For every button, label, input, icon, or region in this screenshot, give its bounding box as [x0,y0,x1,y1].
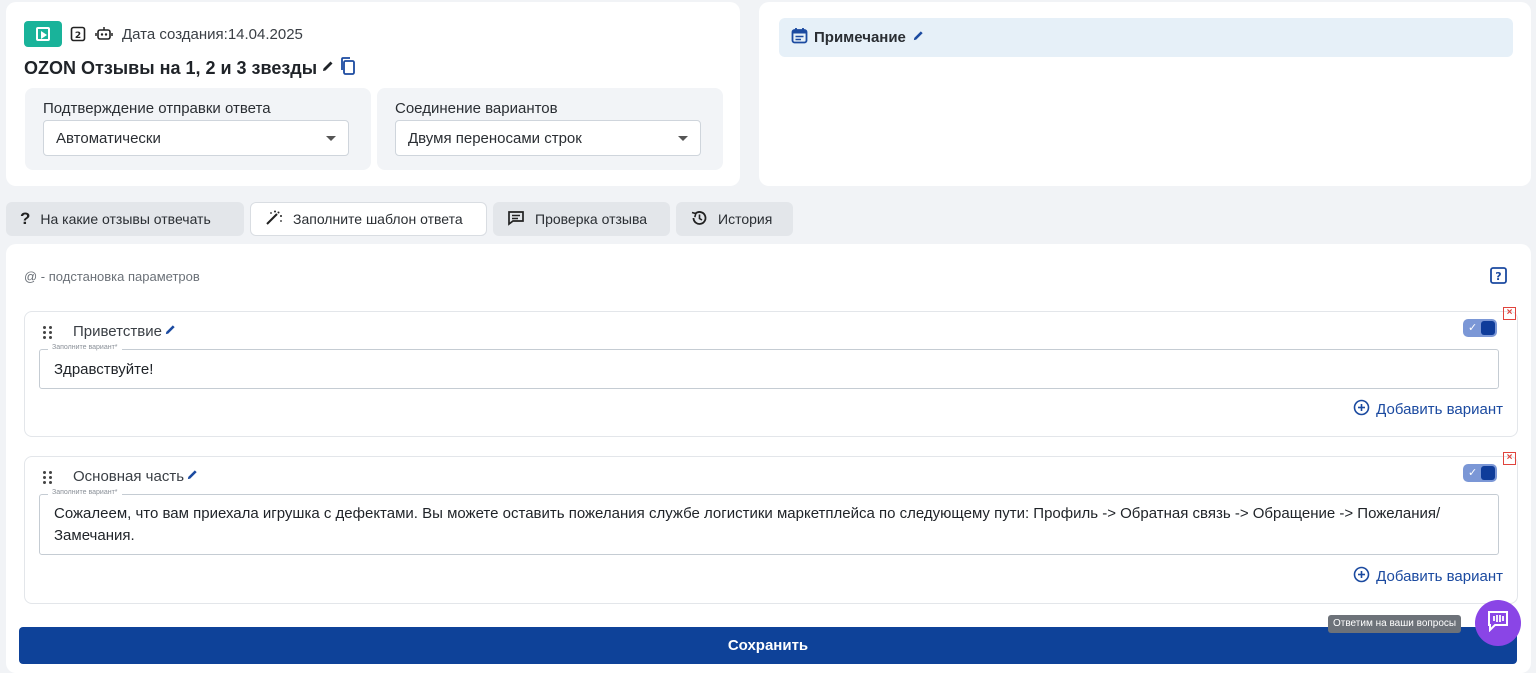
edit-block-icon[interactable] [164,323,177,340]
template-block-greeting: Приветствие ✓ Заполните вариант* Здравст… [24,311,1518,437]
edit-note-icon[interactable] [912,29,925,47]
template-title: OZON Отзывы на 1, 2 и 3 звезды [24,58,318,78]
message-icon [507,210,525,229]
params-hint: @ - подстановка параметров [24,269,200,284]
calendar-icon [791,27,808,49]
tab-label: На какие отзывы отвечать [40,211,211,227]
block-title-text: Основная часть [73,468,185,485]
confirm-send-setting: Подтверждение отправки ответа Автоматиче… [25,88,371,170]
history-icon [690,209,708,230]
edit-block-icon[interactable] [186,468,199,485]
chat-tooltip: Ответим на ваши вопросы [1328,615,1462,633]
help-icon[interactable]: ? [1490,267,1507,289]
join-variants-setting: Соединение вариантов Двумя переносами ст… [377,88,723,170]
delete-block-icon[interactable]: × [1503,452,1516,465]
add-variant-button[interactable]: Добавить вариант [1353,566,1503,587]
template-title-row: OZON Отзывы на 1, 2 и 3 звезды [24,56,357,81]
note-header[interactable]: Примечание [779,18,1513,57]
check-icon: ✓ [1468,322,1478,334]
variant-value[interactable]: Здравствуйте! [54,359,1484,381]
block-enable-toggle[interactable]: ✓ [1463,319,1497,337]
tab-review-check[interactable]: Проверка отзыва [493,202,670,236]
toggle-knob [1481,321,1495,335]
block-title-text: Приветствие [73,323,162,340]
confirm-send-label: Подтверждение отправки ответа [43,100,271,117]
chevron-down-icon [678,136,688,141]
star-rating-icon[interactable]: 2 [68,24,88,44]
magic-wand-icon [265,210,283,229]
toggle-knob [1481,466,1495,480]
confirm-send-value: Автоматически [56,130,161,147]
variant-field-label: Заполните вариант* [48,344,122,351]
copy-icon[interactable] [339,56,357,81]
question-icon: ? [20,209,31,228]
tab-history[interactable]: История [676,202,793,236]
tab-fill-template[interactable]: Заполните шаблон ответа [250,202,487,236]
note-card: Примечание [759,2,1531,186]
block-enable-toggle[interactable]: ✓ [1463,464,1497,482]
chat-icon [1486,610,1510,637]
chevron-down-icon [326,136,336,141]
join-variants-value: Двумя переносами строк [408,130,582,147]
creation-date: Дата создания:14.04.2025 [122,25,303,43]
plus-circle-icon [1353,399,1370,420]
variant-value[interactable]: Сожалеем, что вам приехала игрушка с деф… [54,503,1484,547]
svg-text:2: 2 [75,31,81,41]
template-info-card: 2 Дата создания:14.04.2025 OZON Отзывы н… [6,2,740,186]
robot-icon[interactable] [94,24,114,44]
run-button[interactable] [24,21,62,47]
tab-label: Проверка отзыва [535,211,648,227]
svg-text:?: ? [1495,270,1501,283]
add-variant-label: Добавить вариант [1376,401,1503,418]
play-icon [36,27,50,41]
template-editor-card: @ - подстановка параметров ? Приветствие… [6,244,1531,673]
drag-handle-icon[interactable] [43,326,53,340]
add-variant-button[interactable]: Добавить вариант [1353,399,1503,420]
variant-field[interactable]: Заполните вариант* Здравствуйте! [39,344,1499,389]
delete-block-icon[interactable]: × [1503,307,1516,320]
tab-label: Заполните шаблон ответа [293,211,463,227]
check-icon: ✓ [1468,467,1478,479]
block-title: Основная часть [73,468,199,485]
plus-circle-icon [1353,566,1370,587]
drag-handle-icon[interactable] [43,471,53,485]
block-title: Приветствие [73,323,177,340]
edit-title-icon[interactable] [321,59,335,78]
template-block-main: Основная часть ✓ Заполните вариант* Сожа… [24,456,1518,604]
confirm-send-select[interactable]: Автоматически [43,120,349,156]
chat-button[interactable] [1475,600,1521,646]
join-variants-select[interactable]: Двумя переносами строк [395,120,701,156]
note-label: Примечание [814,29,906,46]
variant-field-label: Заполните вариант* [48,489,122,496]
template-actions-row: 2 Дата создания:14.04.2025 [24,20,303,48]
tab-label: История [718,211,773,227]
tab-which-reviews[interactable]: ? На какие отзывы отвечать [6,202,244,236]
join-variants-label: Соединение вариантов [395,100,558,117]
save-button[interactable]: Сохранить [19,627,1517,664]
variant-field[interactable]: Заполните вариант* Сожалеем, что вам при… [39,489,1499,555]
add-variant-label: Добавить вариант [1376,568,1503,585]
